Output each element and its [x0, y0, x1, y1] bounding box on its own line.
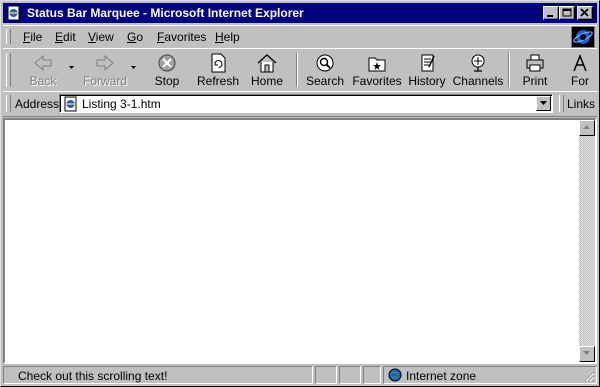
page-content[interactable] — [3, 118, 597, 364]
forward-dropdown-icon[interactable] — [131, 65, 137, 71]
font-icon — [573, 53, 587, 72]
back-arrow-icon — [34, 54, 52, 72]
chevron-down-icon — [540, 101, 547, 105]
history-button[interactable]: History — [399, 52, 455, 90]
minimize-icon — [547, 15, 553, 17]
status-panel-security — [363, 366, 381, 384]
refresh-icon — [211, 53, 226, 73]
minimize-button[interactable] — [543, 6, 559, 20]
history-icon — [421, 54, 435, 72]
menu-bar: File Edit View Go Favorites Help — [3, 25, 597, 49]
menu-go[interactable]: Go — [127, 30, 143, 44]
close-icon — [580, 8, 589, 17]
scroll-up-button[interactable] — [579, 120, 595, 136]
print-button[interactable]: Print — [507, 52, 563, 90]
menu-view[interactable]: View — [88, 30, 114, 44]
page-icon — [63, 96, 79, 115]
title-bar[interactable]: Status Bar Marquee - Microsoft Internet … — [3, 3, 597, 23]
address-bar: Address Listing 3-1.htm Links — [3, 91, 597, 117]
address-input[interactable]: Listing 3-1.htm — [59, 94, 553, 113]
status-panel-progress — [315, 366, 337, 384]
resize-grip-icon[interactable] — [583, 370, 595, 382]
toolbar-grip[interactable] — [6, 53, 11, 87]
status-text: Check out this scrolling text! — [18, 369, 168, 383]
refresh-button[interactable]: Refresh — [190, 52, 246, 90]
favorites-icon — [368, 57, 386, 72]
internet-zone-icon — [386, 367, 404, 386]
menubar-grip[interactable] — [6, 29, 11, 44]
print-icon — [526, 54, 544, 72]
zone-text: Internet zone — [406, 369, 477, 383]
zone-panel[interactable]: Internet zone — [383, 366, 597, 384]
close-button[interactable] — [577, 6, 593, 20]
stop-icon — [158, 54, 176, 72]
scroll-down-arrow-icon — [583, 351, 590, 355]
search-button[interactable]: Search — [297, 52, 353, 90]
window-title: Status Bar Marquee - Microsoft Internet … — [27, 6, 304, 20]
home-button[interactable]: Home — [239, 52, 295, 90]
maximize-button[interactable] — [559, 6, 575, 20]
forward-arrow-icon — [96, 54, 114, 72]
links-grip[interactable] — [559, 95, 564, 112]
address-dropdown-button[interactable] — [536, 96, 551, 111]
standard-toolbar: Back Forward Stop Refresh Home Search Fa… — [3, 48, 597, 92]
address-label: Address — [15, 97, 60, 111]
status-text-panel: Check out this scrolling text! — [3, 366, 313, 384]
forward-button[interactable]: Forward — [77, 52, 133, 90]
favorites-button[interactable]: Favorites — [349, 52, 405, 90]
maximize-icon — [562, 8, 572, 17]
menu-help[interactable]: Help — [215, 30, 240, 44]
addressbar-grip[interactable] — [6, 95, 11, 112]
menu-favorites[interactable]: Favorites — [157, 30, 206, 44]
status-panel-offline — [339, 366, 361, 384]
back-dropdown-icon[interactable] — [69, 65, 75, 71]
links-button[interactable]: Links — [567, 97, 595, 111]
address-value: Listing 3-1.htm — [82, 97, 161, 111]
status-bar: Check out this scrolling text! Internet … — [3, 365, 597, 385]
stop-button[interactable]: Stop — [139, 52, 195, 90]
channels-button[interactable]: Channels — [450, 52, 506, 90]
scroll-up-arrow-icon — [583, 125, 590, 129]
font-button[interactable]: For — [563, 52, 597, 90]
menu-file[interactable]: File — [23, 30, 42, 44]
ie-page-icon — [6, 5, 22, 21]
ie-throbber-logo — [571, 26, 595, 48]
back-button[interactable]: Back — [15, 52, 71, 90]
menu-edit[interactable]: Edit — [55, 30, 76, 44]
scroll-down-button[interactable] — [579, 346, 595, 362]
channels-icon — [471, 54, 485, 72]
vertical-scrollbar[interactable] — [579, 120, 595, 362]
home-icon — [257, 54, 277, 73]
search-icon — [316, 54, 334, 72]
browser-window: Status Bar Marquee - Microsoft Internet … — [0, 0, 600, 387]
